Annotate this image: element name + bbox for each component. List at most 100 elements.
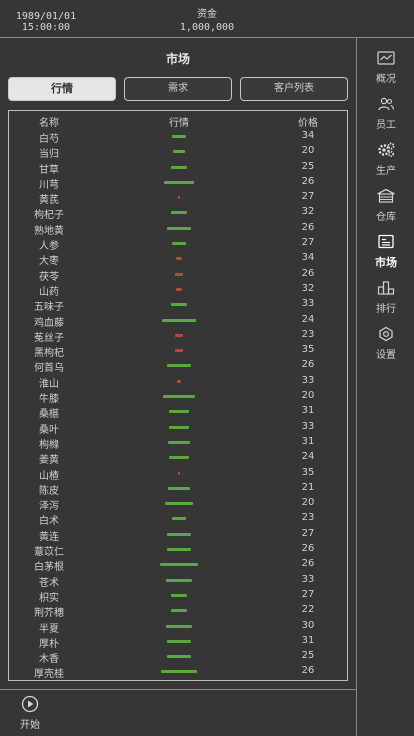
table-row[interactable]: 熟地黄 26 [9,221,347,237]
tab-customer-list[interactable]: 客户列表 [240,77,348,101]
table-row[interactable]: 菟丝子 23 [9,328,347,344]
herb-name: 五味子 [34,302,64,314]
herb-price: 34 [301,252,315,264]
table-row[interactable]: 鸡血藤 24 [9,313,347,329]
herb-price: 27 [301,527,315,539]
sidebar-item-staff[interactable]: 员工 [357,95,414,137]
table-row[interactable]: 泽泻 20 [9,496,347,512]
sidebar-item-overview[interactable]: 概况 [357,49,414,91]
herb-name: 荆芥穗 [34,608,64,620]
sidebar-item-production[interactable]: 生产 [357,141,414,183]
table-row[interactable]: 厚壳桂 26 [9,664,347,681]
table-row[interactable]: 白术 23 [9,511,347,528]
table-row[interactable]: 黄连 27 [9,527,347,543]
table-row[interactable]: 薏苡仁 26 [9,542,347,558]
trend-bar [162,395,196,399]
table-row[interactable]: 陈皮 21 [9,481,347,497]
market-table[interactable]: 名称 行情 价格 白芍 34 当归 20 甘草 25 川芎 26 黄芪 27 枸杞子 32 熟地黄 26 人… [8,110,348,681]
warehouse-icon [377,188,395,203]
table-row[interactable]: 枸杞子 32 [9,205,347,221]
herb-name: 何首乌 [34,363,64,375]
table-row[interactable]: 何首乌 26 [9,358,347,375]
table-row[interactable]: 甘草 25 [9,160,347,176]
table-row[interactable]: 厚朴 31 [9,634,347,650]
herb-name: 山楂 [39,470,59,482]
herb-price: 25 [301,160,315,172]
herb-name: 大枣 [39,256,59,268]
herb-name: 鸡血藤 [34,317,64,329]
market-icon [378,234,394,249]
herb-name: 黑枸杞 [34,348,64,360]
herb-name: 厚壳桂 [34,669,64,681]
trend-bar [178,196,180,200]
table-row[interactable]: 黄芪 27 [9,190,347,207]
chart-icon [377,51,395,65]
start-button[interactable]: 开始 [12,695,48,731]
column-header-trend: 行情 [169,118,189,129]
table-row[interactable]: 山楂 35 [9,466,347,482]
table-row[interactable]: 牛膝 20 [9,389,347,406]
table-row[interactable]: 川芎 26 [9,175,347,191]
table-row[interactable]: 当归 20 [9,144,347,160]
trend-bar [172,517,186,521]
herb-name: 人参 [39,241,59,253]
trend-bar [171,242,187,246]
tab-quotes[interactable]: 行情 [8,77,116,101]
herb-name: 厚朴 [39,638,59,650]
sidebar-item-label: 设置 [376,350,396,361]
sidebar-item-market[interactable]: 市场 [357,233,414,275]
table-row[interactable]: 半夏 30 [9,619,347,635]
table-row[interactable]: 茯苓 26 [9,267,347,283]
table-row[interactable]: 黑枸杞 35 [9,343,347,360]
herb-name: 熟地黄 [34,225,64,237]
herb-price: 31 [301,405,315,417]
herb-name: 菟丝子 [34,332,64,344]
column-header-price: 价格 [298,118,318,129]
herb-name: 茯苓 [39,271,59,283]
table-row[interactable]: 五味子 33 [9,297,347,314]
sidebar: 概况 员工 生产 仓库 市场 排行 设置 [356,38,414,736]
table-row[interactable]: 人参 27 [9,236,347,253]
herb-name: 川芎 [39,179,59,191]
tab-demand[interactable]: 需求 [124,77,232,101]
table-body: 白芍 34 当归 20 甘草 25 川芎 26 黄芪 27 枸杞子 32 熟地黄 26 人参 27 大枣 34 茯苓… [9,129,347,680]
trend-bar [171,609,187,613]
sidebar-item-ranking[interactable]: 排行 [357,279,414,321]
table-row[interactable]: 淮山 33 [9,374,347,390]
sidebar-item-settings[interactable]: 设置 [357,325,414,367]
table-row[interactable]: 荆芥穗 22 [9,603,347,620]
herb-name: 枸橼 [39,439,59,451]
table-row[interactable]: 白茅根 26 [9,557,347,573]
herb-name: 牛膝 [39,394,59,406]
herb-name: 陈皮 [39,485,59,497]
trend-bar [166,624,192,628]
table-row[interactable]: 木香 25 [9,649,347,665]
sidebar-item-warehouse[interactable]: 仓库 [357,187,414,229]
settings-icon [379,326,393,342]
table-row[interactable]: 枳实 27 [9,588,347,604]
herb-name: 白术 [39,516,59,528]
table-row[interactable]: 大枣 34 [9,251,347,268]
sidebar-item-label: 市场 [375,256,397,269]
herb-price: 20 [301,145,315,157]
trend-bar [166,578,192,582]
table-row[interactable]: 苍术 33 [9,573,347,589]
table-row[interactable]: 姜黄 24 [9,450,347,466]
table-row[interactable]: 枸橼 31 [9,435,347,451]
herb-name: 黄芪 [39,195,59,207]
current-time: 15:00:00 [21,22,71,33]
herb-name: 桑叶 [39,424,59,436]
table-row[interactable]: 桑椹 31 [9,404,347,420]
trend-bar [166,364,192,368]
table-row[interactable]: 白芍 34 [9,129,347,145]
herb-name: 白芍 [39,134,59,145]
trend-bar [172,135,186,138]
trend-bar [167,226,191,230]
trend-bar [162,318,196,322]
trend-bar [169,425,189,429]
table-row[interactable]: 山药 32 [9,282,347,298]
herb-name: 黄连 [39,531,59,543]
table-row[interactable]: 桑叶 33 [9,420,347,436]
trend-bar [164,180,194,184]
gears-icon [378,142,395,158]
